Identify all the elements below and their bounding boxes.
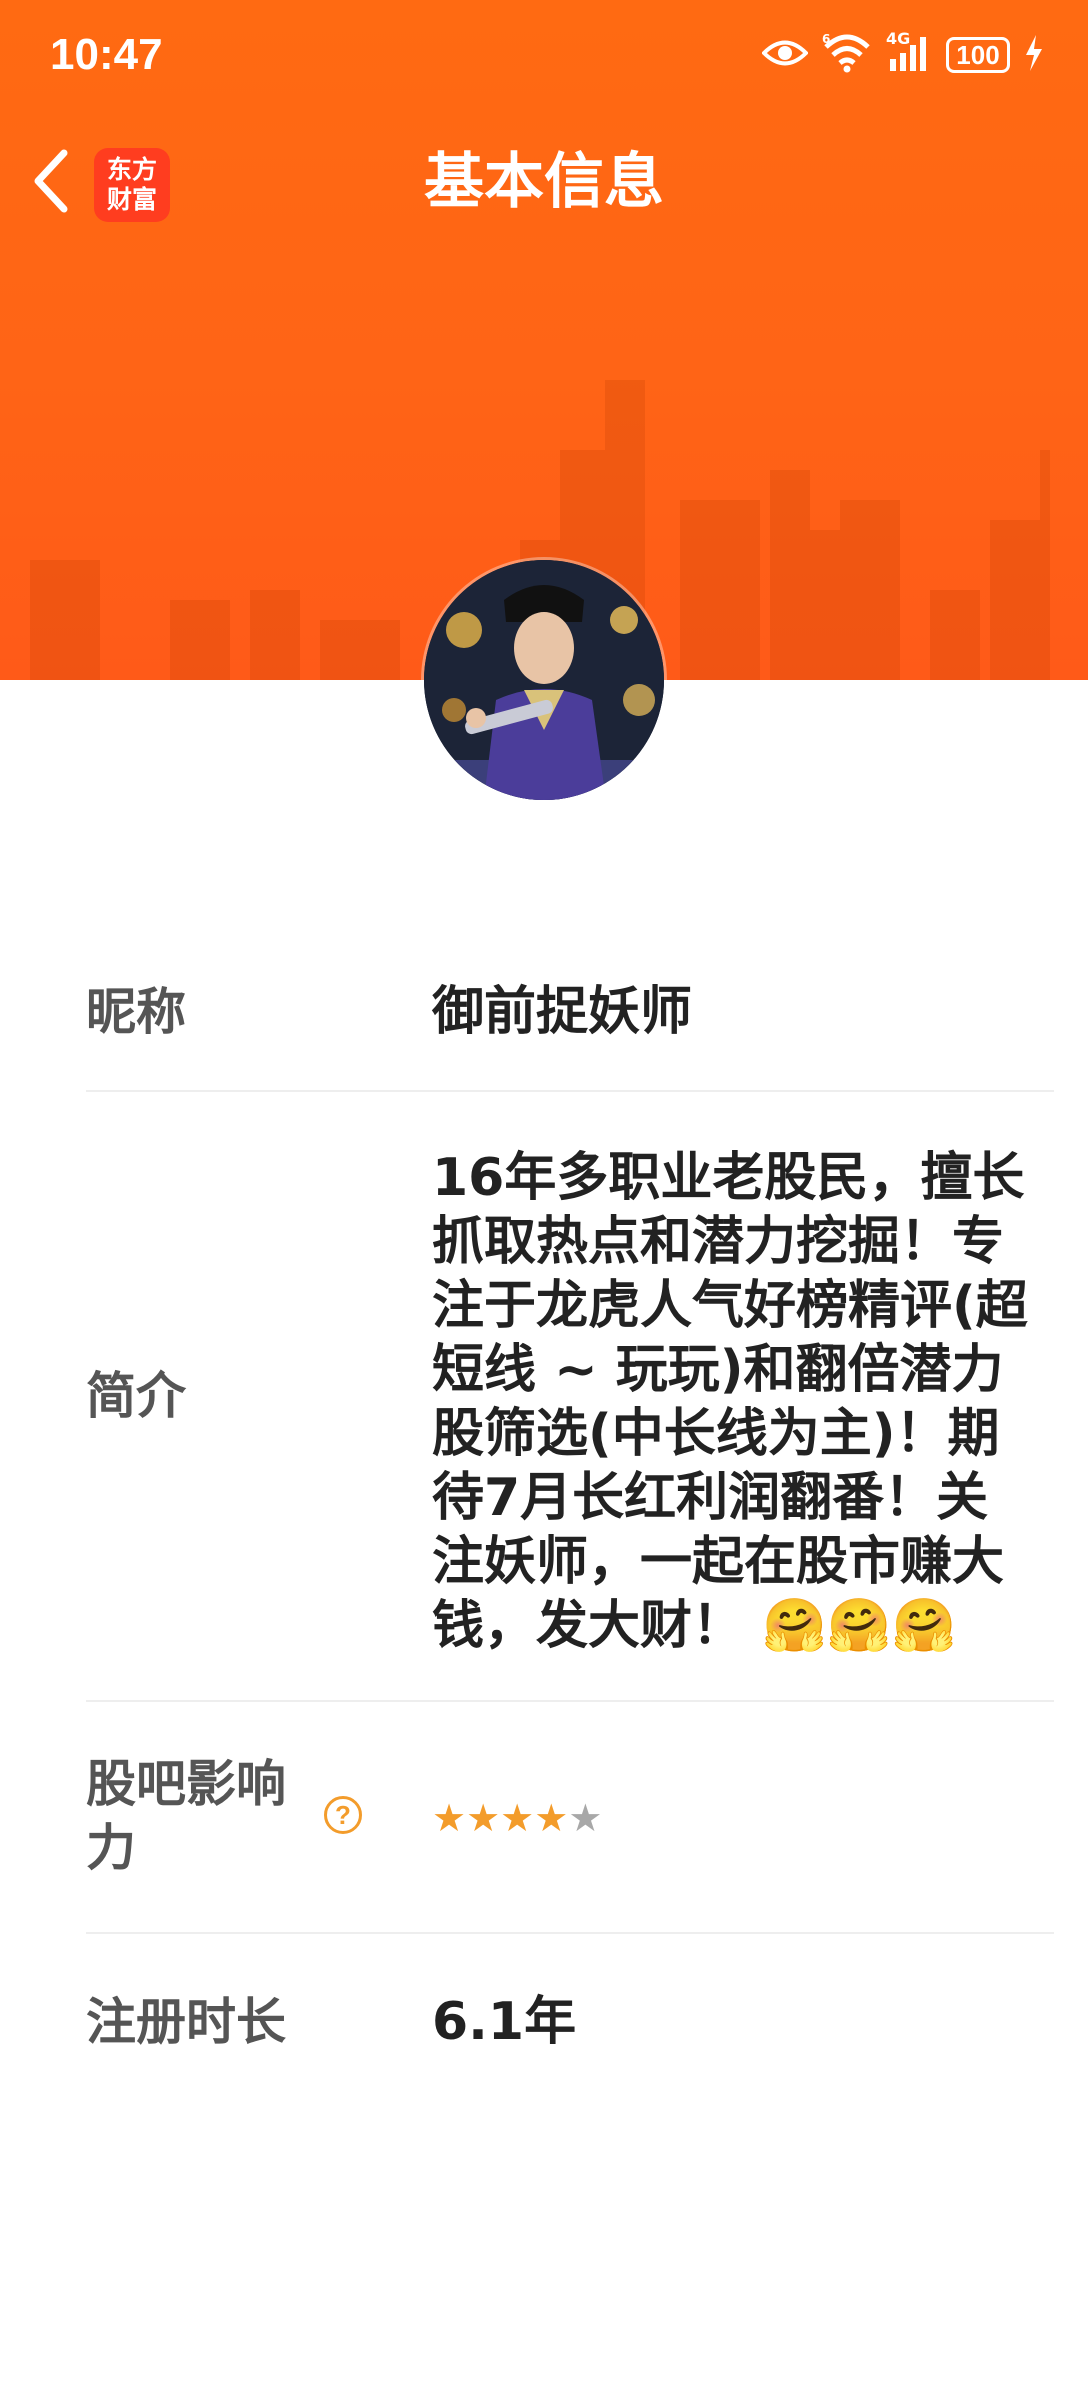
bio-label: 简介 [86,1367,186,1425]
registration-value: 6.1年 [432,1992,577,2052]
battery-indicator: 100 [946,37,1010,73]
nickname-label: 昵称 [86,983,186,1041]
charging-bolt-icon [1024,35,1044,75]
bio-row: 简介 16年多职业老股民，擅长抓取热点和潜力挖掘！专注于龙虎人气好榜精评(超短线… [86,1090,1054,1702]
star-filled-icon: ★ [500,1796,535,1840]
influence-label: 股吧影响力 [86,1755,286,1877]
avatar[interactable] [424,560,664,800]
status-icons: 6 4G 100 [761,29,1044,78]
influence-row: 股吧影响力 ? ★ ★ ★ ★ ★ [86,1700,1054,1934]
influence-rating: ★ ★ ★ ★ ★ [432,1798,602,1838]
star-filled-icon: ★ [534,1796,569,1840]
star-filled-icon: ★ [466,1796,501,1840]
star-filled-icon: ★ [432,1796,467,1840]
star-empty-icon: ★ [568,1796,603,1840]
network-type-label: 4G [886,29,911,48]
profile-info-page: 10:47 6 4G 100 东方 财富 基本信息 昵称 御前捉妖师 简介 16… [0,0,1088,2400]
status-time: 10:47 [50,30,163,79]
registration-label: 注册时长 [86,1993,286,2051]
cell-signal-icon: 4G [886,29,932,75]
wifi-version-label: 6 [822,33,830,46]
page-title: 基本信息 [424,147,664,217]
help-icon[interactable]: ? [324,1796,362,1834]
registration-row: 注册时长 6.1年 [86,1932,1054,2082]
nickname-value: 御前捉妖师 [432,982,693,1042]
eye-icon [761,38,809,72]
bio-text: 16年多职业老股民，擅长抓取热点和潜力挖掘！专注于龙虎人气好榜精评(超短线 ~ … [432,1148,1028,1656]
nickname-row: 昵称 御前捉妖师 [86,960,1054,1092]
wifi-icon: 6 [822,32,872,77]
avatar-image [424,560,664,800]
